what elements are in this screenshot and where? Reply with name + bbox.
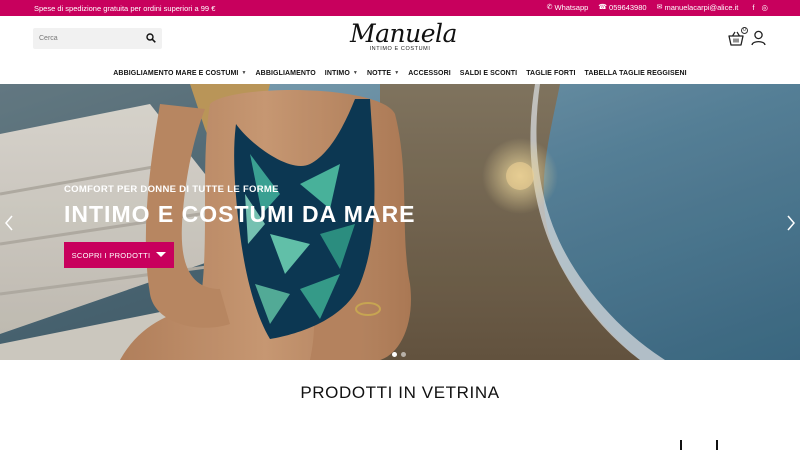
contact-bar: ✆ Whatsapp ☎ 059643980 ✉ manuelacarpi@al… [547,3,768,12]
chevron-down-icon [156,252,167,257]
facebook-icon[interactable]: f [752,3,754,12]
nav-item-saldi[interactable]: SALDI E SCONTI [460,66,517,80]
nav-label: TABELLA TAGLIE REGGISENI [584,69,687,77]
cart-button[interactable]: 0 [727,27,748,48]
slider-prev-arrow[interactable] [4,215,14,231]
cart-count-badge: 0 [741,27,748,34]
nav-item-accessori[interactable]: ACCESSORI [408,66,451,80]
mail-icon: ✉ [656,4,663,11]
nav-label: ACCESSORI [408,69,451,77]
search-input[interactable] [33,28,143,49]
logo-wordmark: Manuela [350,19,457,48]
whatsapp-icon: ✆ [546,4,553,11]
nav-label: ABBIGLIAMENTO MARE E COSTUMI [113,69,239,77]
phone-link[interactable]: ☎ 059643980 [598,3,646,12]
search-box [33,28,162,49]
shipping-promo: Spese di spedizione gratuita per ordini … [34,4,216,13]
top-announcement-bar: Spese di spedizione gratuita per ordini … [0,0,800,16]
email-address: manuelacarpi@alice.it [664,3,739,12]
slider-pagination [392,352,406,357]
email-link[interactable]: ✉ manuelacarpi@alice.it [657,3,739,12]
hero-kicker: COMFORT PER DONNE DI TUTTE LE FORME [64,184,279,195]
slider-dot[interactable] [392,352,397,357]
nav-item-notte[interactable]: NOTTE ▼ [367,66,399,80]
nav-item-abbigliamento-mare[interactable]: ABBIGLIAMENTO MARE E COSTUMI ▼ [113,66,246,80]
user-account-icon[interactable] [751,30,766,46]
nav-label: TAGLIE FORTI [526,69,576,77]
section-title: PRODOTTI IN VETRINA [300,383,500,402]
site-logo[interactable]: Manuela INTIMO E COSTUMI [350,19,457,60]
nav-item-abbigliamento[interactable]: ABBIGLIAMENTO [256,66,316,80]
slider-next-arrow[interactable] [786,215,796,231]
shop-products-button[interactable]: SCOPRI I PRODOTTI [64,242,174,268]
nav-label: SALDI E SCONTI [459,69,518,77]
main-navigation: ABBIGLIAMENTO MARE E COSTUMI ▼ ABBIGLIAM… [0,66,800,80]
phone-icon: ☎ [598,4,608,11]
site-header: Manuela INTIMO E COSTUMI 0 ABBIGLIAMENTO… [0,16,800,84]
chevron-down-icon: ▼ [352,70,358,76]
chevron-down-icon: ▼ [241,70,247,76]
slider-dot[interactable] [401,352,406,357]
search-icon[interactable] [146,33,156,43]
phone-number: 059643980 [609,3,647,12]
chevron-down-icon: ▼ [394,70,400,76]
nav-item-intimo[interactable]: INTIMO ▼ [325,66,358,80]
whatsapp-link[interactable]: ✆ Whatsapp [547,3,589,12]
whatsapp-label: Whatsapp [554,3,589,12]
hero-title: INTIMO E COSTUMI DA MARE [64,201,416,227]
hero-slider: COMFORT PER DONNE DI TUTTE LE FORME INTI… [0,84,800,360]
instagram-icon[interactable]: ◎ [761,3,768,12]
cta-label: SCOPRI I PRODOTTI [71,250,151,260]
nav-item-taglie-forti[interactable]: TAGLIE FORTI [526,66,575,80]
nav-label: INTIMO [324,69,350,77]
nav-label: NOTTE [366,69,392,77]
nav-label: ABBIGLIAMENTO [255,69,316,77]
nav-item-tabella-taglie[interactable]: TABELLA TAGLIE REGGISENI [585,66,687,80]
social-links: f ◎ [752,3,768,12]
